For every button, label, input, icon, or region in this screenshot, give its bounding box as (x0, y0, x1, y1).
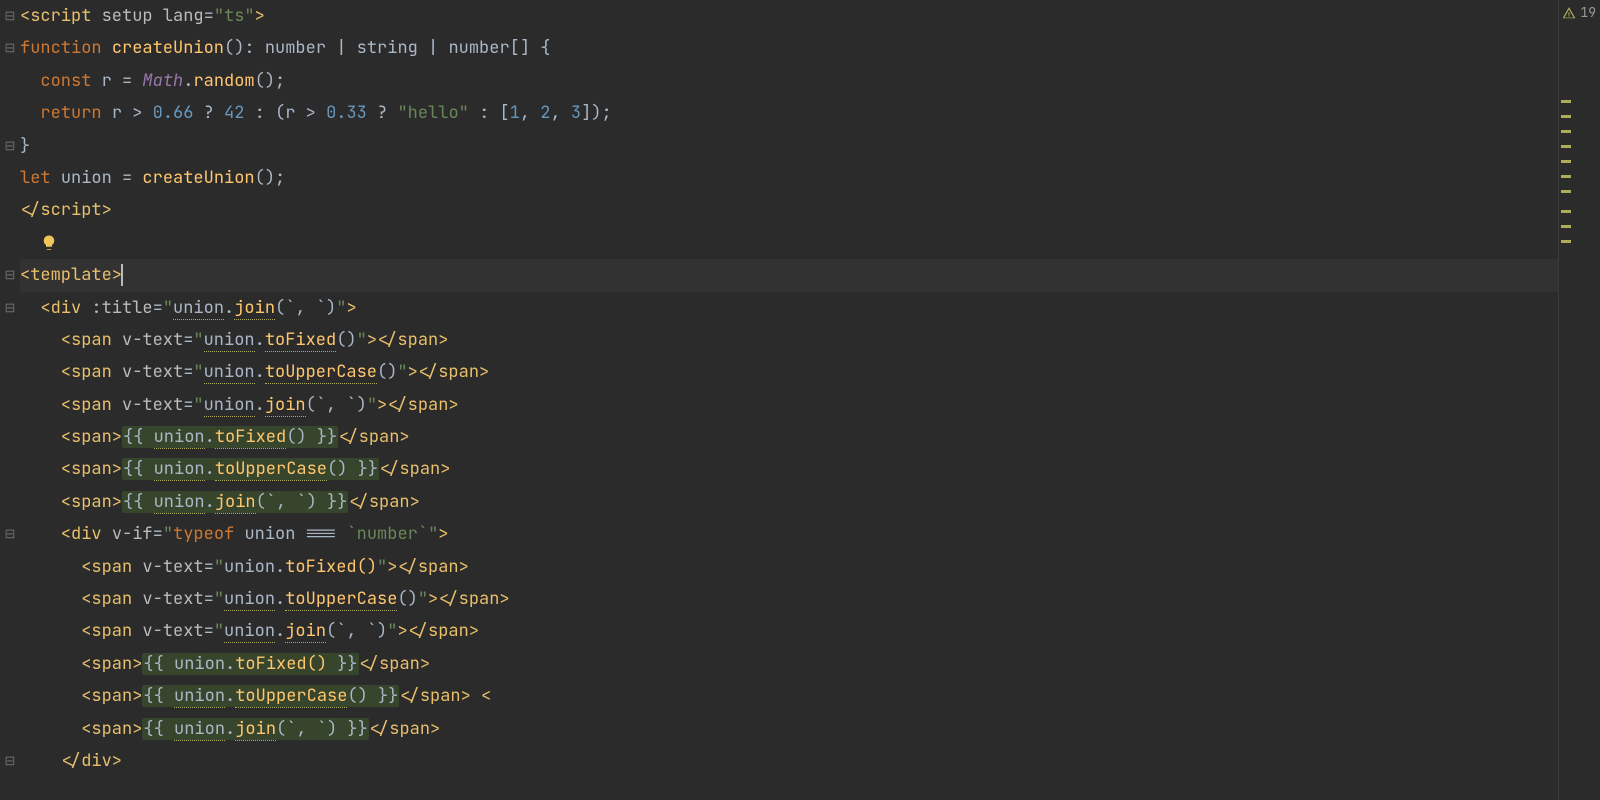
warning-count: 19 (1580, 4, 1596, 21)
warning-marker[interactable] (1561, 225, 1571, 228)
fold-toggle[interactable] (0, 680, 20, 712)
fold-toggle[interactable] (0, 453, 20, 485)
code-line (20, 227, 1558, 259)
warning-marker[interactable] (1561, 240, 1571, 243)
code-line: <span v-text="union.toUpperCase()"></spa… (20, 583, 1558, 615)
intention-bulb-icon[interactable] (40, 234, 58, 252)
code-line: <span>{{ union.toUpperCase() }}</span> (20, 453, 1558, 485)
warning-marker[interactable] (1561, 190, 1571, 193)
code-line: <span>{{ union.toUpperCase() }}</span> < (20, 680, 1558, 712)
code-line: <template> (20, 259, 1558, 291)
fold-toggle[interactable] (0, 713, 20, 745)
code-line: <span v-text="union.toFixed()"></span> (20, 324, 1558, 356)
code-line: <span v-text="union.join(`, `)"></span> (20, 389, 1558, 421)
code-line: <span>{{ union.toFixed() }}</span> (20, 421, 1558, 453)
fold-toggle[interactable] (0, 194, 20, 226)
warning-marker[interactable] (1561, 115, 1571, 118)
fold-toggle[interactable]: ⊟ (0, 130, 20, 162)
fold-toggle[interactable]: ⊟ (0, 0, 20, 32)
code-line: const r = Math.random(); (20, 65, 1558, 97)
code-line: <div v-if="typeof union === `number`"> (20, 518, 1558, 550)
warning-marker[interactable] (1561, 210, 1571, 213)
code-line: </div> (20, 745, 1558, 777)
code-line: <span>{{ union.join(`, `) }}</span> (20, 713, 1558, 745)
warning-icon (1562, 6, 1576, 20)
warning-marker[interactable] (1561, 100, 1571, 103)
code-line: let union = createUnion(); (20, 162, 1558, 194)
fold-toggle[interactable] (0, 421, 20, 453)
warning-marker[interactable] (1561, 175, 1571, 178)
code-line: </script> (20, 194, 1558, 226)
fold-toggle[interactable]: ⊟ (0, 32, 20, 64)
code-line: <script setup lang="ts"> (20, 0, 1558, 32)
text-cursor (121, 264, 123, 286)
fold-toggle[interactable] (0, 777, 20, 800)
fold-toggle[interactable] (0, 97, 20, 129)
fold-toggle[interactable]: ⊟ (0, 292, 20, 324)
fold-toggle[interactable] (0, 162, 20, 194)
warning-indicator[interactable]: 19 (1562, 4, 1596, 21)
code-line: <span v-text="union.toFixed()"></span> (20, 551, 1558, 583)
fold-toggle[interactable] (0, 486, 20, 518)
editor-root: ⊟ ⊟ ⊟ ⊟ ⊟ ⊟ ⊟ <script setup lang="ts"> f… (0, 0, 1600, 800)
warning-marker[interactable] (1561, 145, 1571, 148)
inspection-strip[interactable]: 19 (1558, 0, 1600, 800)
fold-toggle[interactable] (0, 324, 20, 356)
fold-toggle[interactable] (0, 551, 20, 583)
code-line: <span v-text="union.join(`, `)"></span> (20, 615, 1558, 647)
fold-toggle[interactable] (0, 615, 20, 647)
code-line: <span>{{ union.join(`, `) }}</span> (20, 486, 1558, 518)
fold-toggle[interactable] (0, 65, 20, 97)
fold-toggle[interactable] (0, 389, 20, 421)
fold-toggle[interactable]: ⊟ (0, 745, 20, 777)
fold-toggle[interactable]: ⊟ (0, 259, 20, 291)
code-line: return r > 0.66 ? 42 : (r > 0.33 ? "hell… (20, 97, 1558, 129)
fold-toggle[interactable] (0, 227, 20, 259)
code-line: function createUnion(): number | string … (20, 32, 1558, 64)
code-line: <span>{{ union.toFixed() }}</span> (20, 648, 1558, 680)
code-line: <div :title="union.join(`, `)"> (20, 292, 1558, 324)
fold-gutter: ⊟ ⊟ ⊟ ⊟ ⊟ ⊟ ⊟ (0, 0, 20, 800)
code-line: } (20, 130, 1558, 162)
fold-toggle[interactable] (0, 648, 20, 680)
warning-marker[interactable] (1561, 130, 1571, 133)
code-line: <span v-text="union.toUpperCase()"></spa… (20, 356, 1558, 388)
fold-toggle[interactable] (0, 356, 20, 388)
code-editor[interactable]: <script setup lang="ts"> function create… (20, 0, 1558, 800)
fold-toggle[interactable]: ⊟ (0, 518, 20, 550)
warning-marker[interactable] (1561, 160, 1571, 163)
fold-toggle[interactable] (0, 583, 20, 615)
